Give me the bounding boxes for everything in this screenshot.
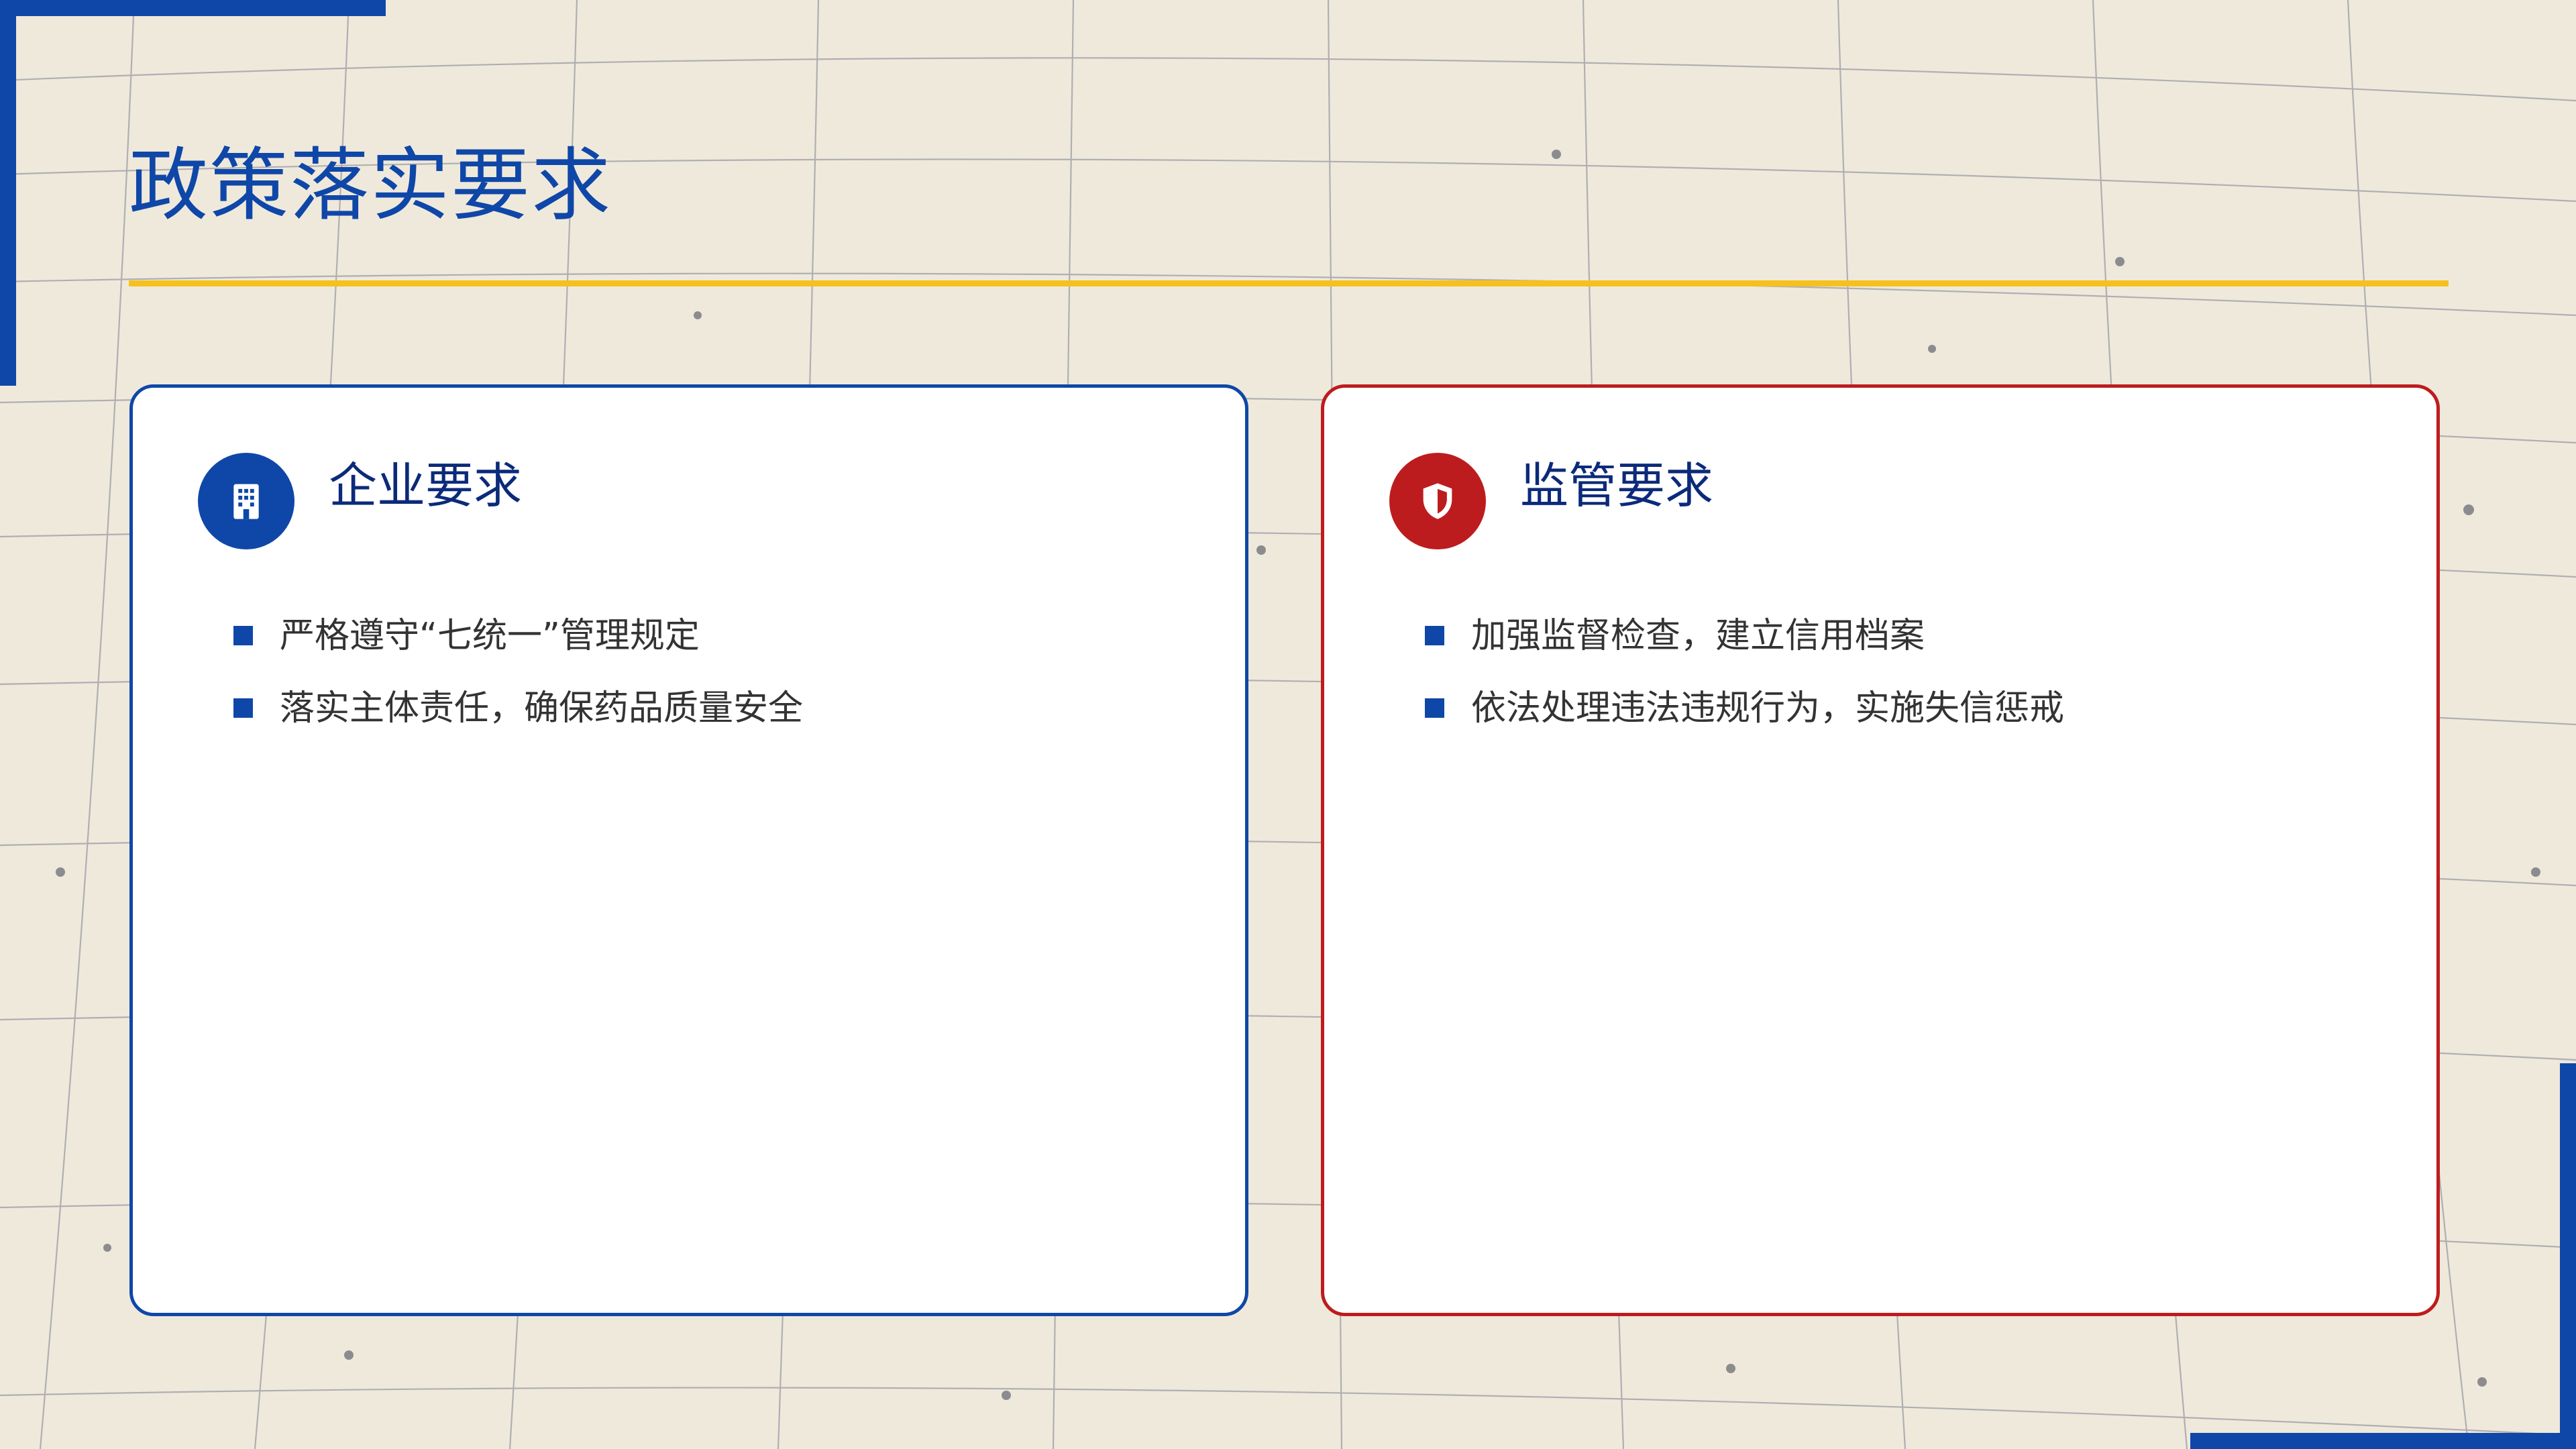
corner-accent-bottom-right-horizontal bbox=[2190, 1433, 2576, 1449]
list-item: 落实主体责任，确保药品质量安全 bbox=[233, 668, 803, 741]
corner-accent-top-left-vertical bbox=[0, 0, 16, 386]
enterprise-requirements-card: 企业要求 严格遵守“七统一”管理规定 落实主体责任，确保药品质量安全 bbox=[129, 384, 1248, 1316]
corner-accent-top-left-horizontal bbox=[0, 0, 386, 16]
square-bullet-icon bbox=[233, 625, 253, 645]
regulatory-requirements-card: 监管要求 加强监督检查，建立信用档案 依法处理违法违规行为，实施失信惩戒 bbox=[1321, 384, 2440, 1316]
list-item: 严格遵守“七统一”管理规定 bbox=[233, 596, 803, 668]
list-item: 依法处理违法违规行为，实施失信惩戒 bbox=[1425, 668, 2064, 741]
square-bullet-icon bbox=[1425, 698, 1444, 718]
enterprise-requirements-list: 严格遵守“七统一”管理规定 落实主体责任，确保药品质量安全 bbox=[233, 596, 803, 741]
shield-icon bbox=[1389, 453, 1486, 549]
square-bullet-icon bbox=[233, 698, 253, 718]
title-divider bbox=[129, 280, 2449, 286]
list-item: 加强监督检查，建立信用档案 bbox=[1425, 596, 2064, 668]
corner-accent-bottom-right-vertical bbox=[2560, 1063, 2576, 1449]
card-title-regulatory: 监管要求 bbox=[1520, 458, 1714, 514]
regulatory-requirements-list: 加强监督检查，建立信用档案 依法处理违法违规行为，实施失信惩戒 bbox=[1425, 596, 2064, 741]
page-title: 政策落实要求 bbox=[129, 139, 612, 231]
building-icon bbox=[198, 453, 294, 549]
card-title-enterprise: 企业要求 bbox=[329, 458, 523, 514]
square-bullet-icon bbox=[1425, 625, 1444, 645]
